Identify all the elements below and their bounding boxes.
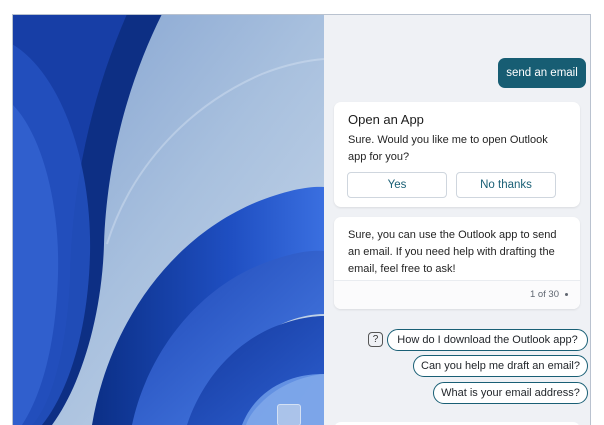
user-message-bubble: send an email: [498, 58, 586, 88]
answer-card-footer: 1 of 30: [334, 280, 580, 309]
open-app-card-text: Sure. Would you like me to open Outlook …: [348, 134, 548, 163]
screenshot-frame: send an email Open an App Sure. Would yo…: [0, 0, 604, 425]
yes-button[interactable]: Yes: [347, 172, 447, 198]
response-page-count: 1 of 30: [529, 289, 559, 300]
copilot-chat-pane: send an email Open an App Sure. Would yo…: [324, 14, 591, 425]
frame-border-left: [0, 0, 12, 425]
no-thanks-button[interactable]: No thanks: [456, 172, 556, 198]
open-app-card-title: Open an App: [348, 112, 424, 127]
suggestion-chip[interactable]: How do I download the Outlook app?: [387, 329, 588, 351]
question-mark-icon[interactable]: ?: [368, 332, 383, 347]
recycle-bin-icon[interactable]: [277, 404, 301, 425]
suggestion-chip[interactable]: Can you help me draft an email?: [413, 355, 588, 377]
answer-card-text: Sure, you can use the Outlook app to sen…: [348, 229, 557, 275]
suggestion-chip[interactable]: What is your email address?: [433, 382, 588, 404]
open-app-card: Open an App Sure. Would you like me to o…: [334, 102, 580, 207]
dot-icon: [565, 293, 568, 296]
frame-border-top: [0, 0, 604, 14]
desktop-wallpaper: [12, 14, 324, 425]
frame-border-right: [591, 0, 604, 425]
